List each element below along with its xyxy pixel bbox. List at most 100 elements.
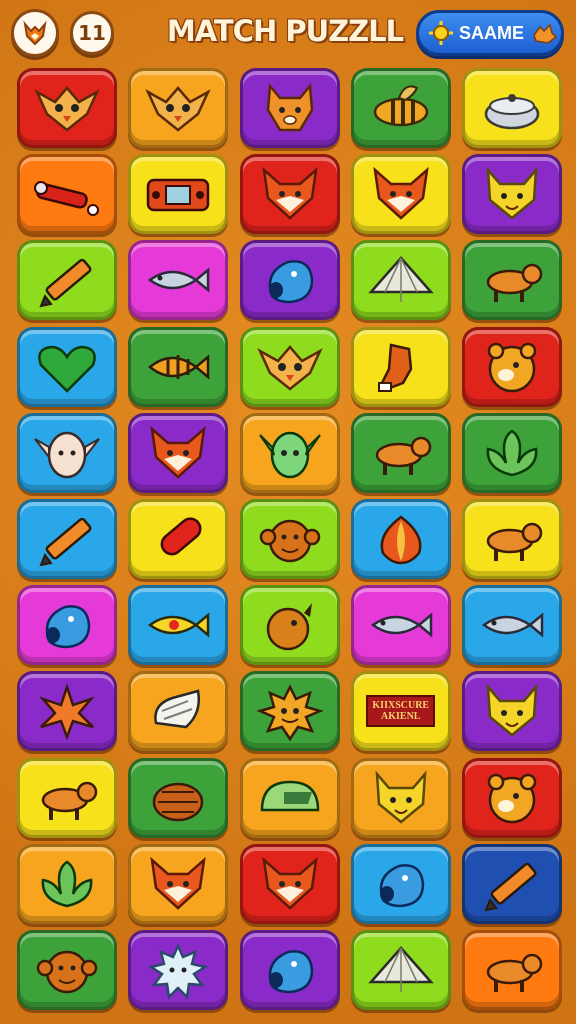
tile-r5-c2[interactable] (128, 412, 229, 493)
tile-r3-c3[interactable] (239, 240, 340, 321)
tile-r5-c1[interactable] (17, 412, 117, 493)
tile-r5-c3[interactable] (239, 412, 340, 493)
tile-r7-c1[interactable] (17, 585, 117, 666)
pencil-icon (484, 862, 537, 912)
cat-face-icon (486, 166, 538, 220)
spiky-ball-icon (148, 942, 209, 1000)
tile-r4-c5[interactable] (462, 326, 562, 407)
tile-r6-c1[interactable] (17, 499, 117, 579)
tile-r2-c2[interactable] (128, 154, 229, 235)
tile-r10-c3[interactable] (239, 843, 340, 924)
tile-r10-c5[interactable] (462, 843, 562, 924)
tile-r6-c4[interactable] (350, 499, 451, 579)
owl-face-icon (145, 86, 211, 132)
fish-icon (370, 612, 432, 638)
tile-r4-c2[interactable] (128, 326, 229, 407)
tile-r8-c4[interactable]: KIIXSCURE AKIENL (350, 671, 451, 752)
tile-r5-c5[interactable] (462, 412, 562, 493)
tile-r5-c4[interactable] (350, 412, 451, 493)
telescope-icon (34, 181, 99, 217)
tile-r1-c1[interactable] (17, 68, 117, 148)
red-tube-icon (160, 517, 202, 556)
blob-creature-icon (45, 605, 91, 649)
tile-r2-c1[interactable] (17, 154, 117, 235)
tile-r11-c2[interactable] (128, 930, 229, 1010)
tile-r6-c3[interactable] (239, 499, 340, 579)
tile-r9-c3[interactable] (239, 757, 340, 838)
tile-r3-c4[interactable] (350, 240, 451, 321)
tile-r2-c4[interactable] (350, 154, 451, 235)
tile-r2-c5[interactable] (462, 154, 562, 235)
tile-r11-c4[interactable] (350, 930, 451, 1010)
dog-icon (486, 522, 543, 561)
tile-r9-c5[interactable] (462, 757, 562, 838)
dog-icon (486, 953, 543, 992)
tile-r1-c4[interactable] (350, 68, 451, 148)
game-console-icon (147, 178, 210, 212)
tile-r8-c1[interactable] (17, 671, 117, 752)
tile-r11-c3[interactable] (239, 930, 340, 1010)
tent-icon (367, 256, 434, 303)
dog-icon (486, 264, 543, 303)
cat-face-icon (375, 769, 427, 824)
sun-gear-icon (429, 21, 453, 45)
fox-head-icon (23, 20, 47, 46)
tile-r8-c3[interactable] (239, 671, 340, 752)
striped-fish-icon (148, 353, 210, 380)
fox-icon (533, 23, 558, 44)
dog-icon (41, 781, 98, 820)
game-board: KIIXSCURE AKIENL (17, 68, 562, 1018)
tile-r6-c2[interactable] (128, 499, 229, 579)
blob-creature-icon (268, 950, 313, 994)
fox-face-icon (261, 167, 318, 220)
tile-r10-c4[interactable] (350, 843, 451, 924)
tile-r7-c2[interactable] (128, 585, 229, 666)
tile-r11-c5[interactable] (462, 930, 562, 1010)
tile-r8-c2[interactable] (128, 671, 229, 752)
pencil-icon (39, 259, 92, 308)
tile-r4-c3[interactable] (239, 326, 340, 407)
tile-r3-c1[interactable] (17, 240, 117, 321)
onion-icon (380, 515, 422, 565)
leaf-icon (41, 860, 93, 908)
sign-label: KIIXSCURE AKIENL (366, 695, 436, 728)
tile-r3-c2[interactable] (128, 240, 229, 321)
tile-r4-c1[interactable] (17, 326, 117, 407)
bear-face-icon (487, 342, 537, 392)
tile-r9-c1[interactable] (17, 757, 117, 838)
tile-r11-c1[interactable] (17, 930, 117, 1010)
tile-r1-c5[interactable] (462, 68, 562, 148)
tile-r3-c5[interactable] (462, 240, 562, 321)
tile-r6-c5[interactable] (462, 499, 562, 579)
tile-r4-c4[interactable] (350, 326, 451, 407)
owl-face-icon (256, 344, 323, 391)
tile-r7-c4[interactable] (350, 585, 451, 666)
goblin-face-icon (258, 431, 321, 479)
turkey-icon (153, 782, 204, 821)
fox-face-icon (373, 167, 429, 220)
bird-head-icon (266, 603, 312, 651)
tile-r7-c5[interactable] (462, 585, 562, 666)
pencil-icon (39, 517, 92, 567)
bee-icon (373, 85, 428, 127)
tile-r9-c2[interactable] (128, 757, 229, 838)
owl-face-icon (34, 86, 100, 132)
fox-face-icon (150, 425, 206, 479)
monkey-face-icon (259, 519, 320, 563)
level-badge[interactable]: 11 (70, 11, 114, 55)
tile-r9-c4[interactable] (350, 757, 451, 838)
monkey-face-icon (36, 950, 98, 994)
fox-face-icon (150, 856, 206, 910)
logo-button[interactable] (11, 9, 59, 57)
heart-icon (38, 345, 96, 393)
tile-r8-c5[interactable] (462, 671, 562, 752)
same-button[interactable]: SAAME (416, 10, 564, 56)
tile-r10-c1[interactable] (17, 843, 117, 924)
tile-r2-c3[interactable] (239, 154, 340, 235)
dog-icon (375, 436, 431, 475)
tile-r1-c3[interactable] (239, 68, 340, 148)
tile-r7-c3[interactable] (239, 585, 340, 666)
tile-r1-c2[interactable] (128, 68, 229, 148)
tile-r10-c2[interactable] (128, 843, 229, 924)
cat-face-icon (486, 683, 538, 738)
